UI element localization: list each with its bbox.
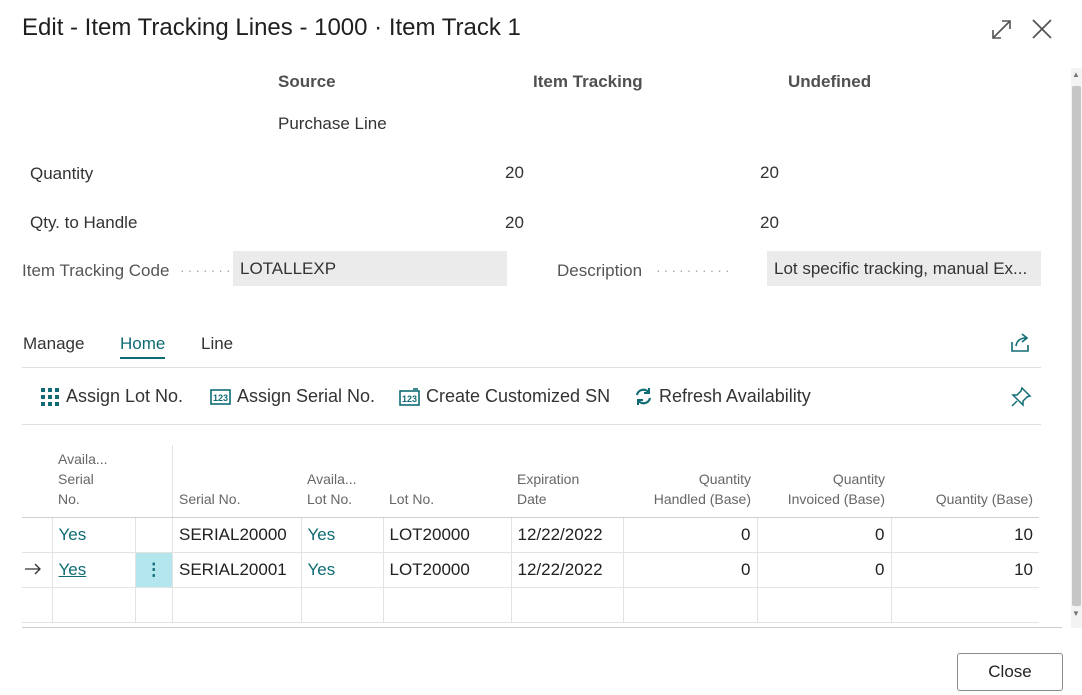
number-edit-icon: 123 (399, 387, 420, 406)
create-customized-sn-label: Create Customized SN (426, 386, 611, 406)
quantity-item-tracking: 20 (505, 163, 524, 182)
table-row[interactable]: Yes ⋮ SERIAL20001 Yes LOT20000 12/22/202… (22, 552, 1039, 588)
tab-line[interactable]: Line (201, 334, 233, 354)
qty-to-handle-label: Qty. to Handle (30, 213, 138, 232)
field-dots: ······· (180, 262, 234, 278)
col-qty-base[interactable]: Quantity (Base) (891, 445, 1039, 518)
table-row[interactable]: Yes SERIAL20000 Yes LOT20000 12/22/2022 … (22, 517, 1039, 553)
grid-bottom-border (22, 627, 1062, 628)
qty-to-handle-undefined: 20 (760, 213, 779, 232)
close-button[interactable]: Close (957, 653, 1063, 691)
assign-lot-label: Assign Lot No. (66, 386, 184, 406)
scroll-down-icon[interactable]: ▼ (1072, 609, 1080, 618)
tab-home[interactable]: Home (120, 334, 166, 359)
expiration-cell[interactable]: 12/22/2022 (511, 552, 624, 588)
refresh-icon (635, 388, 652, 405)
grid-icon (41, 387, 59, 406)
qty-invoiced-cell: 0 (757, 517, 892, 553)
col-qty-invoiced[interactable]: Quantity Invoiced (Base) (757, 445, 891, 518)
assign-serial-button[interactable]: 123 Assign Serial No. (210, 386, 375, 407)
description-field[interactable]: Lot specific tracking, manual Ex... (767, 251, 1041, 286)
qty-to-handle-item-tracking: 20 (505, 213, 524, 232)
quantity-undefined: 20 (760, 163, 779, 182)
item-tracking-code-label: Item Tracking Code (22, 261, 170, 280)
assign-serial-label: Assign Serial No. (237, 386, 376, 406)
field-dots: ·········· (656, 262, 733, 278)
source-value: Purchase Line (278, 114, 387, 133)
col-expiration-date[interactable]: Expiration Date (511, 445, 623, 518)
expiration-cell[interactable]: 12/22/2022 (511, 517, 624, 553)
refresh-availability-button[interactable]: Refresh Availability (634, 386, 811, 407)
avail-serial-cell[interactable]: Yes (52, 517, 136, 553)
avail-serial-cell[interactable]: Yes (52, 552, 136, 588)
qty-invoiced-cell: 0 (757, 552, 892, 588)
row-menu-icon[interactable]: ⋮ (135, 552, 173, 588)
divider (22, 367, 1041, 368)
avail-lot-cell[interactable]: Yes (301, 517, 384, 553)
create-customized-sn-button[interactable]: 123 Create Customized SN (399, 386, 610, 407)
col-lot-no[interactable]: Lot No. (383, 445, 511, 518)
col-avail-lot[interactable]: Availa... Lot No. (301, 445, 383, 518)
refresh-availability-label: Refresh Availability (659, 386, 811, 406)
row-indicator-header (22, 445, 52, 518)
svg-text:123: 123 (402, 394, 417, 404)
avail-lot-cell[interactable]: Yes (301, 552, 384, 588)
expand-icon[interactable] (988, 14, 1016, 44)
tab-manage[interactable]: Manage (23, 334, 84, 354)
col-qty-handled[interactable]: Quantity Handled (Base) (623, 445, 757, 518)
close-icon[interactable] (1028, 14, 1056, 44)
qty-base-cell[interactable]: 10 (891, 517, 1039, 553)
description-label: Description (557, 261, 643, 280)
table-row-empty[interactable] (22, 587, 1039, 623)
quantity-label: Quantity (30, 164, 94, 183)
qty-handled-cell: 0 (623, 517, 758, 553)
qty-handled-cell: 0 (623, 552, 758, 588)
qty-base-cell[interactable]: 10 (891, 552, 1039, 588)
item-tracking-header: Item Tracking (533, 72, 643, 91)
share-icon[interactable] (1009, 332, 1031, 354)
row-menu-cell (135, 517, 173, 553)
dialog-title: Edit - Item Tracking Lines - 1000 · Item… (22, 14, 521, 41)
row-menu-header (135, 445, 173, 518)
divider (22, 424, 1041, 425)
scroll-up-icon[interactable]: ▲ (1072, 70, 1080, 79)
tracking-lines-table: Availa... Serial No. Serial No. Availa..… (22, 445, 1039, 623)
serial-no-cell[interactable]: SERIAL20000 (172, 517, 302, 553)
serial-no-cell[interactable]: SERIAL20001 (172, 552, 302, 588)
number-icon: 123 (210, 388, 231, 405)
col-avail-serial[interactable]: Availa... Serial No. (52, 445, 135, 518)
pin-icon[interactable] (1010, 386, 1032, 408)
undefined-header: Undefined (788, 72, 872, 91)
lot-no-cell[interactable]: LOT20000 (383, 552, 512, 588)
current-row-arrow-icon (22, 552, 53, 588)
svg-text:123: 123 (213, 393, 228, 403)
source-header: Source (278, 72, 336, 91)
col-serial-no[interactable]: Serial No. (172, 445, 301, 518)
scrollbar-thumb[interactable] (1072, 86, 1081, 606)
row-indicator (22, 517, 53, 553)
item-tracking-code-field[interactable]: LOTALLEXP (233, 251, 507, 286)
assign-lot-button[interactable]: Assign Lot No. (40, 386, 183, 407)
lot-no-cell[interactable]: LOT20000 (383, 517, 512, 553)
